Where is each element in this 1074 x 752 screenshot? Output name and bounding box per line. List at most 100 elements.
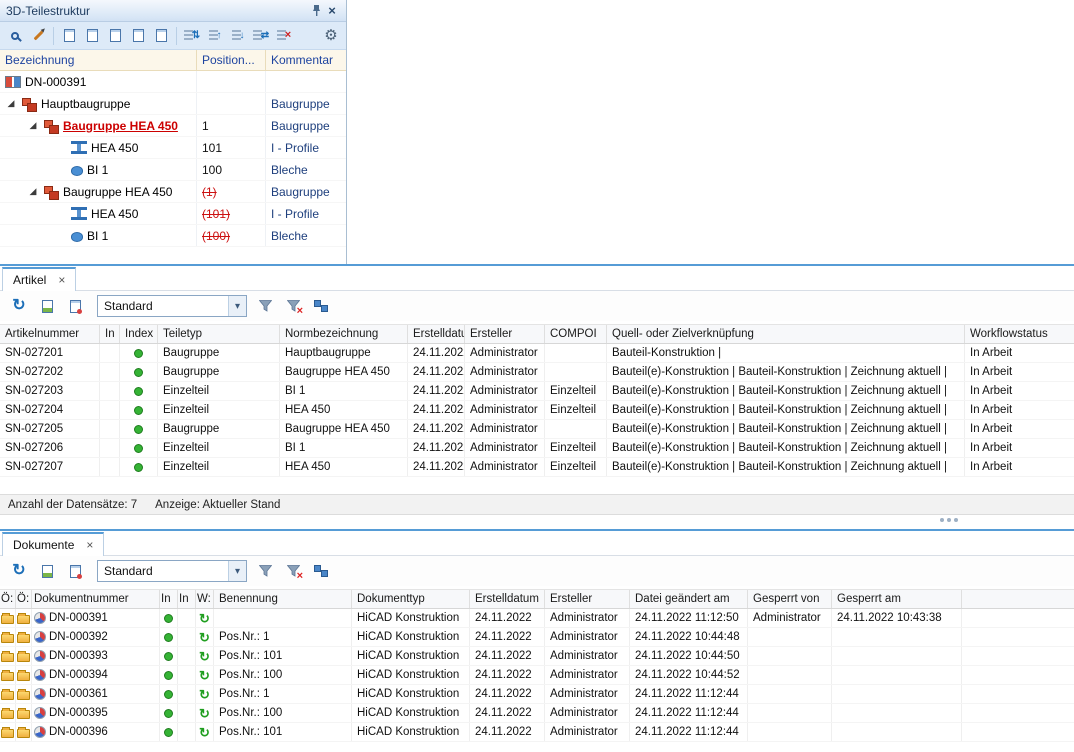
pin-icon[interactable] [308, 3, 324, 19]
expander-icon[interactable] [27, 187, 39, 196]
folder-open2-icon[interactable] [17, 653, 30, 662]
tree-row[interactable]: Baugruppe HEA 450 (1) Baugruppe [0, 181, 346, 203]
col-gesperrt-von[interactable]: Gesperrt von [748, 590, 832, 608]
col-workflow[interactable]: W: [196, 590, 214, 608]
save-structure-icon[interactable] [127, 25, 149, 47]
dokumente-header-row[interactable]: Ö: Ö: Dokumentnummer In In W: Benennung … [0, 589, 1074, 609]
col-datei-geaendert[interactable]: Datei geändert am [630, 590, 748, 608]
col-artikelnummer[interactable]: Artikelnummer [0, 325, 100, 343]
result-list-icon[interactable] [37, 296, 57, 316]
combobox-arrow-icon[interactable]: ▾ [228, 296, 246, 316]
col-teiletyp[interactable]: Teiletyp [158, 325, 280, 343]
expander-icon[interactable] [5, 99, 17, 108]
folder-open-icon[interactable] [1, 634, 14, 643]
col-dokumentnummer[interactable]: Dokumentnummer [32, 590, 160, 608]
folder-open-icon[interactable] [1, 729, 14, 738]
panel-titlebar[interactable]: 3D-Teilestruktur × [0, 0, 346, 22]
positioning-icon[interactable]: ⇅ [181, 25, 203, 47]
folder-open2-icon[interactable] [17, 691, 30, 700]
artikel-row[interactable]: SN-027207 Einzelteil HEA 450 24.11.2022 … [0, 458, 1074, 477]
col-normbezeichnung[interactable]: Normbezeichnung [280, 325, 408, 343]
folder-open-icon[interactable] [1, 710, 14, 719]
col-erstelldatum[interactable]: Erstelldatum [408, 325, 465, 343]
settings-gear-icon[interactable]: ⚙ [320, 25, 342, 47]
folder-open-icon[interactable] [1, 672, 14, 681]
dokument-row[interactable]: DN-000395 Pos.Nr.: 100 HiCAD Konstruktio… [0, 704, 1074, 723]
linked-documents-icon[interactable] [311, 296, 331, 316]
edit-mask-icon[interactable] [65, 296, 85, 316]
edit-part-icon[interactable] [27, 25, 49, 47]
delete-positions-icon[interactable]: × [273, 25, 295, 47]
tab-artikel[interactable]: Artikel × [2, 267, 76, 291]
col-index[interactable]: Index [120, 325, 158, 343]
artikel-row[interactable]: SN-027201 Baugruppe Hauptbaugruppe 24.11… [0, 344, 1074, 363]
dokument-row[interactable]: DN-000394 Pos.Nr.: 100 HiCAD Konstruktio… [0, 666, 1074, 685]
folder-open2-icon[interactable] [17, 672, 30, 681]
artikel-row[interactable]: SN-027205 Baugruppe Baugruppe HEA 450 24… [0, 420, 1074, 439]
filter-icon[interactable] [255, 561, 275, 581]
dokument-row[interactable]: DN-000392 Pos.Nr.: 1 HiCAD Konstruktion … [0, 628, 1074, 647]
folder-open2-icon[interactable] [17, 634, 30, 643]
tree-row[interactable]: HEA 450 101 I - Profile [0, 137, 346, 159]
sort-ascending-icon[interactable]: ↑ [204, 25, 226, 47]
tree-row[interactable]: Baugruppe HEA 450 1 Baugruppe [0, 115, 346, 137]
tab-close-icon[interactable]: × [58, 274, 65, 286]
artikel-row[interactable]: SN-027203 Einzelteil BI 1 24.11.2022 Adm… [0, 382, 1074, 401]
col-workflowstatus[interactable]: Workflowstatus [965, 325, 1074, 343]
view-combobox[interactable]: Standard ▾ [97, 295, 247, 317]
col-kommentar[interactable]: Kommentar [266, 50, 346, 70]
edit-mask-icon[interactable] [65, 561, 85, 581]
filter-clear-icon[interactable]: × [283, 561, 303, 581]
linked-documents-icon[interactable] [311, 561, 331, 581]
col-bezeichnung[interactable]: Bezeichnung [0, 50, 197, 70]
artikel-row[interactable]: SN-027206 Einzelteil BI 1 24.11.2022 Adm… [0, 439, 1074, 458]
col-ersteller[interactable]: Ersteller [545, 590, 630, 608]
col-in2[interactable]: In [178, 590, 196, 608]
folder-open2-icon[interactable] [17, 615, 30, 624]
tab-close-icon[interactable]: × [86, 539, 93, 551]
col-ersteller[interactable]: Ersteller [465, 325, 545, 343]
col-open2[interactable]: Ö: [16, 590, 32, 608]
tree-row[interactable]: DN-000391 [0, 71, 346, 93]
col-open1[interactable]: Ö: [0, 590, 16, 608]
sort-descending-icon[interactable]: ↓ [227, 25, 249, 47]
dokument-row[interactable]: DN-000391 HiCAD Konstruktion 24.11.2022 … [0, 609, 1074, 628]
dokument-row[interactable]: DN-000393 Pos.Nr.: 101 HiCAD Konstruktio… [0, 647, 1074, 666]
result-list-icon[interactable] [37, 561, 57, 581]
refresh-icon[interactable]: ↻ [9, 296, 29, 316]
search-part-icon[interactable] [4, 25, 26, 47]
tree-row[interactable]: BI 1 100 Bleche [0, 159, 346, 181]
filter-clear-icon[interactable]: × [283, 296, 303, 316]
expander-icon[interactable] [27, 121, 39, 130]
col-erstelldatum[interactable]: Erstelldatum [470, 590, 545, 608]
artikel-row[interactable]: SN-027202 Baugruppe Baugruppe HEA 450 24… [0, 363, 1074, 382]
col-in[interactable]: In [100, 325, 120, 343]
folder-open2-icon[interactable] [17, 729, 30, 738]
paste-structure-icon[interactable] [81, 25, 103, 47]
insert-part-icon[interactable] [104, 25, 126, 47]
artikel-header-row[interactable]: Artikelnummer In Index Teiletyp Normbeze… [0, 324, 1074, 344]
artikel-row[interactable]: SN-027204 Einzelteil HEA 450 24.11.2022 … [0, 401, 1074, 420]
renumber-positions-icon[interactable]: ⇄ [250, 25, 272, 47]
combobox-arrow-icon[interactable]: ▾ [228, 561, 246, 581]
splitter-grip[interactable] [940, 518, 944, 522]
col-in1[interactable]: In [160, 590, 178, 608]
dokument-row[interactable]: DN-000396 Pos.Nr.: 101 HiCAD Konstruktio… [0, 723, 1074, 742]
tree-column-headers[interactable]: Bezeichnung Position... Kommentar [0, 50, 346, 71]
folder-open-icon[interactable] [1, 653, 14, 662]
refresh-icon[interactable]: ↻ [9, 561, 29, 581]
tree-row[interactable]: BI 1 (100) Bleche [0, 225, 346, 247]
dokument-row[interactable]: DN-000361 Pos.Nr.: 1 HiCAD Konstruktion … [0, 685, 1074, 704]
col-position[interactable]: Position... [197, 50, 266, 70]
col-verknuepfung[interactable]: Quell- oder Zielverknüpfung [607, 325, 965, 343]
col-component[interactable]: COMPOI [545, 325, 607, 343]
tree-row[interactable]: HEA 450 (101) I - Profile [0, 203, 346, 225]
copy-structure-icon[interactable] [58, 25, 80, 47]
folder-open-icon[interactable] [1, 691, 14, 700]
col-dokumenttyp[interactable]: Dokumenttyp [352, 590, 470, 608]
view-combobox[interactable]: Standard ▾ [97, 560, 247, 582]
col-gesperrt-am[interactable]: Gesperrt am [832, 590, 962, 608]
folder-open-icon[interactable] [1, 615, 14, 624]
folder-open2-icon[interactable] [17, 710, 30, 719]
filter-icon[interactable] [255, 296, 275, 316]
